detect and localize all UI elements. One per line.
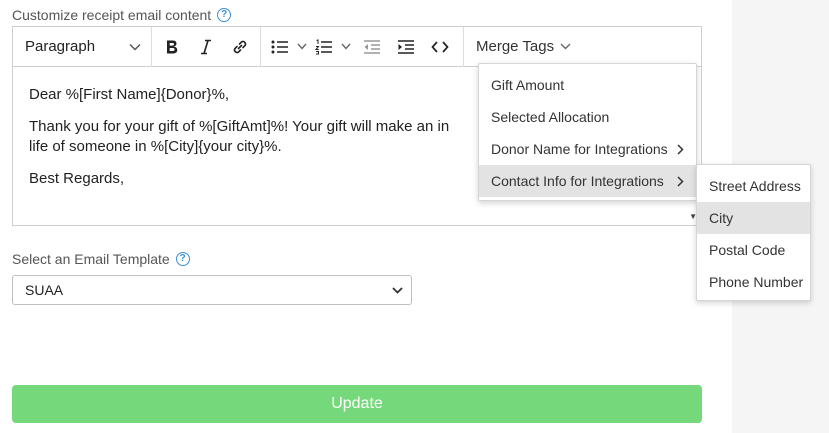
- email-template-select[interactable]: SUAA: [12, 275, 412, 305]
- submenu-item-label: City: [709, 210, 734, 226]
- bulleted-list-button[interactable]: [269, 32, 291, 62]
- link-button[interactable]: [228, 32, 252, 62]
- numbered-list-icon: [315, 38, 332, 54]
- closing-line: Best Regards,: [29, 170, 125, 187]
- bulleted-list-icon: [271, 40, 288, 53]
- template-label: Select an Email Template: [12, 251, 170, 267]
- menu-item-gift-amount[interactable]: Gift Amount: [479, 69, 696, 101]
- bold-button[interactable]: [160, 32, 184, 62]
- indent-button[interactable]: [391, 32, 421, 62]
- numbered-list-button[interactable]: [313, 32, 335, 62]
- outdent-button[interactable]: [357, 32, 387, 62]
- format-group: [152, 26, 261, 67]
- merge-tags-label: Merge Tags: [476, 38, 555, 55]
- code-icon: [431, 40, 449, 53]
- receipt-label-row: Customize receipt email content ?: [12, 7, 232, 23]
- menu-item-selected-allocation[interactable]: Selected Allocation: [479, 101, 696, 133]
- greeting-line: Dear %[First Name]{Donor}%,: [29, 86, 230, 103]
- contact-info-submenu: Street Address City Postal Code Phone Nu…: [696, 164, 811, 301]
- bulleted-list-dropdown[interactable]: [295, 32, 309, 62]
- outdent-icon: [364, 39, 380, 54]
- menu-item-label: Selected Allocation: [491, 109, 610, 125]
- paragraph-label: Paragraph: [25, 38, 96, 55]
- list-group: [261, 26, 464, 67]
- indent-icon: [398, 39, 414, 54]
- bold-icon: [167, 40, 178, 53]
- body-line-2: life of someone in %[City]{your city}%.: [29, 138, 282, 155]
- update-button[interactable]: Update: [12, 385, 702, 423]
- help-icon[interactable]: ?: [217, 8, 232, 22]
- chevron-down-icon: [560, 43, 571, 50]
- receipt-label: Customize receipt email content: [12, 7, 212, 23]
- submenu-item-city[interactable]: City: [697, 202, 810, 234]
- chevron-down-icon: [392, 286, 403, 294]
- merge-tags-menu: Gift Amount Selected Allocation Donor Na…: [478, 63, 697, 201]
- paragraph-format-select[interactable]: Paragraph: [13, 32, 151, 62]
- menu-item-donor-name[interactable]: Donor Name for Integrations: [479, 133, 696, 165]
- menu-item-label: Donor Name for Integrations: [491, 141, 668, 157]
- editor-toolbar: Paragraph Merge Tags: [13, 26, 701, 67]
- chevron-down-icon: [297, 43, 307, 50]
- numbered-list-dropdown[interactable]: [339, 32, 353, 62]
- italic-button[interactable]: [194, 32, 218, 62]
- chevron-right-icon: [677, 143, 684, 155]
- chevron-right-icon: [677, 175, 684, 187]
- menu-item-contact-info[interactable]: Contact Info for Integrations: [479, 165, 696, 197]
- chevron-down-icon: [341, 43, 351, 50]
- menu-item-label: Gift Amount: [491, 77, 565, 93]
- body-paragraph: Thank you for your gift of %[GiftAmt]%! …: [29, 117, 489, 157]
- link-icon: [233, 40, 247, 53]
- chevron-down-icon: [129, 43, 141, 51]
- merge-tags-button[interactable]: Merge Tags: [464, 32, 571, 62]
- submenu-item-label: Street Address: [709, 178, 801, 194]
- italic-icon: [201, 39, 211, 54]
- body-line-1: Thank you for your gift of %[GiftAmt]%! …: [29, 118, 450, 135]
- help-icon[interactable]: ?: [175, 252, 190, 266]
- menu-item-label: Contact Info for Integrations: [491, 173, 664, 189]
- template-label-row: Select an Email Template ?: [12, 251, 190, 267]
- submenu-item-label: Postal Code: [709, 242, 786, 258]
- submenu-item-phone-number[interactable]: Phone Number: [697, 266, 810, 298]
- editor-content[interactable]: Dear %[First Name]{Donor}%, Thank you fo…: [29, 85, 489, 201]
- source-code-button[interactable]: [425, 32, 455, 62]
- email-template-value: SUAA: [25, 282, 64, 298]
- submenu-item-label: Phone Number: [709, 274, 804, 290]
- submenu-item-postal-code[interactable]: Postal Code: [697, 234, 810, 266]
- submenu-item-street-address[interactable]: Street Address: [697, 170, 810, 202]
- paragraph-group: Paragraph: [13, 26, 152, 67]
